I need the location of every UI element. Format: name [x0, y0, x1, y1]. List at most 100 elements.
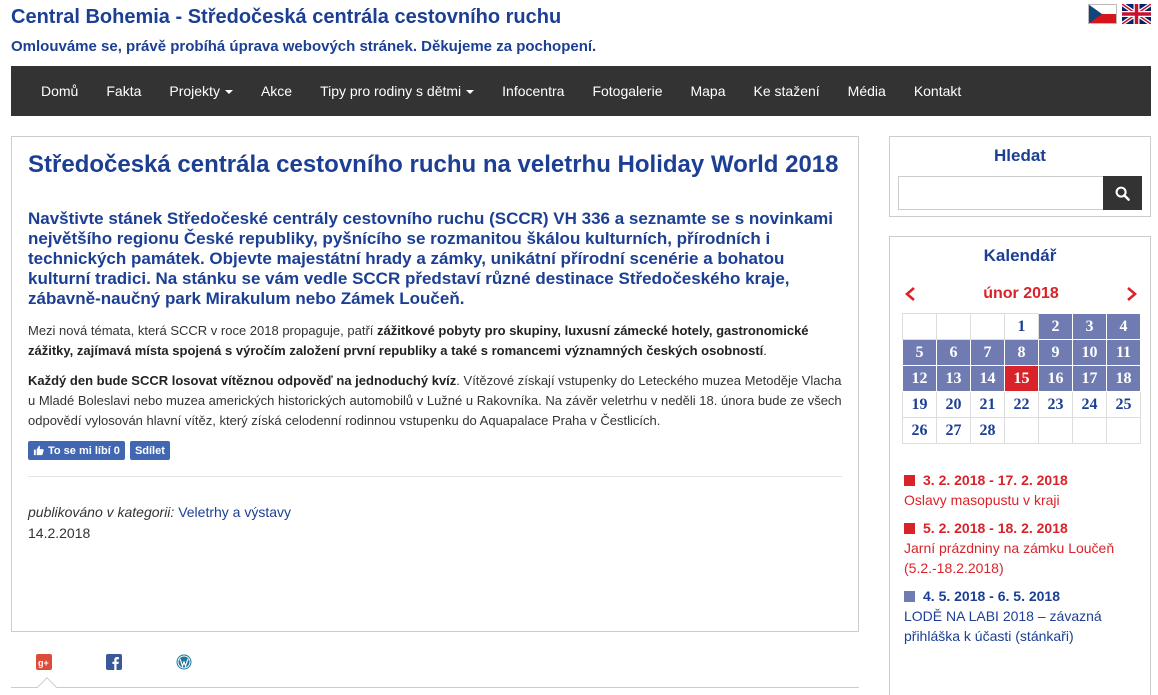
article-title[interactable]: Středočeská centrála cestovního ruchu na…	[28, 151, 842, 179]
nav-projects-label: Projekty	[169, 83, 220, 99]
nav-contact[interactable]: Kontakt	[900, 66, 975, 116]
nav-map-label: Mapa	[690, 83, 726, 99]
calendar-day-event[interactable]: 16	[1038, 365, 1073, 392]
event-date-text: 4. 5. 2018 - 6. 5. 2018	[923, 588, 1060, 604]
calendar-day-event[interactable]: 10	[1072, 339, 1107, 366]
site-notice: Omlouváme se, právě probíhá úprava webov…	[11, 38, 597, 55]
facebook-like-button[interactable]: To se mi líbí 0	[28, 441, 125, 460]
event-date: 3. 2. 2018 - 17. 2. 2018	[904, 470, 1144, 490]
nav-gallery[interactable]: Fotogalerie	[578, 66, 676, 116]
calendar-empty-cell	[1072, 417, 1107, 444]
nav-home-label: Domů	[41, 83, 79, 99]
chevron-right-icon[interactable]	[1124, 287, 1138, 301]
nav-events[interactable]: Akce	[247, 66, 306, 116]
event-date: 5. 2. 2018 - 18. 2. 2018	[904, 518, 1144, 538]
calendar-day: 19	[902, 391, 937, 418]
search-title: Hledat	[994, 146, 1046, 165]
czech-flag-icon[interactable]	[1088, 4, 1117, 24]
calendar-day-event[interactable]: 8	[1004, 339, 1039, 366]
site-title[interactable]: Central Bohemia - Středočeská centrála c…	[11, 6, 561, 29]
category-link[interactable]: Veletrhy a výstavy	[178, 504, 291, 520]
calendar-month: únor 2018	[983, 285, 1059, 302]
calendar-day-today[interactable]: 15	[1004, 365, 1039, 392]
event-link[interactable]: Oslavy masopustu v kraji	[904, 490, 1144, 510]
calendar-day-event[interactable]: 18	[1106, 365, 1141, 392]
event-date-text: 3. 2. 2018 - 17. 2. 2018	[923, 472, 1068, 488]
calendar-day-event[interactable]: 12	[902, 365, 937, 392]
calendar-day: 1	[1004, 313, 1039, 340]
calendar-day-event[interactable]: 11	[1106, 339, 1141, 366]
calendar-header: únor 2018	[904, 285, 1138, 303]
calendar-day-event[interactable]: 17	[1072, 365, 1107, 392]
nav-projects[interactable]: Projekty	[155, 66, 247, 116]
nav-downloads[interactable]: Ke stažení	[740, 66, 834, 116]
calendar-day: 24	[1072, 391, 1107, 418]
share-underline	[11, 687, 859, 688]
calendar-day: 25	[1106, 391, 1141, 418]
nav-info-centers-label: Infocentra	[502, 83, 565, 99]
nav-facts[interactable]: Fakta	[92, 66, 155, 116]
calendar-day: 21	[970, 391, 1005, 418]
divider	[28, 476, 842, 477]
search-button[interactable]	[1103, 176, 1142, 210]
calendar-day-event[interactable]: 5	[902, 339, 937, 366]
calendar-widget: Kalendář únor 2018 1 2 3 4 5 6 7 8 9 10 11 12 13 14 15…	[889, 236, 1151, 695]
nav-info-centers[interactable]: Infocentra	[488, 66, 578, 116]
calendar-grid: 1 2 3 4 5 6 7 8 9 10 11 12 13 14 15 16 17 18 19 20 21 22 23 24 2…	[902, 313, 1141, 444]
calendar-week: 19 20 21 22 23 24 25	[902, 391, 1141, 418]
share-icons: g+	[36, 654, 192, 670]
nav-gallery-label: Fotogalerie	[592, 83, 663, 99]
event-link[interactable]: Jarní prázdniny na zámku Loučeň (5.2.-18…	[904, 538, 1144, 578]
social-buttons: To se mi líbí 0 Sdílet	[28, 441, 842, 460]
share-label: Sdílet	[134, 444, 165, 457]
calendar-day: 22	[1004, 391, 1039, 418]
nav-map[interactable]: Mapa	[676, 66, 739, 116]
calendar-day: 20	[936, 391, 971, 418]
event-marker-icon	[904, 522, 915, 534]
google-plus-icon[interactable]: g+	[36, 654, 52, 670]
nav-downloads-label: Ke stažení	[753, 83, 820, 99]
event-date: 4. 5. 2018 - 6. 5. 2018	[904, 586, 1144, 606]
nav-events-label: Akce	[260, 83, 293, 99]
article-meta: publikováno v kategorii: Veletrhy a výst…	[28, 502, 842, 544]
calendar-day-event[interactable]: 9	[1038, 339, 1073, 366]
svg-text:g+: g+	[38, 658, 49, 668]
calendar-week: 1234	[902, 313, 1141, 340]
event-list: 3. 2. 2018 - 17. 2. 2018 Oslavy masopustu…	[904, 470, 1144, 654]
facebook-icon[interactable]	[106, 654, 122, 670]
nav-family-tips-label: Tipy pro rodiny s dětmi	[320, 83, 462, 99]
calendar-week: 12 13 14 15 16 17 18	[902, 365, 1141, 392]
event-link[interactable]: LODĚ NA LABI 2018 – závazná přihláška k …	[904, 606, 1144, 646]
nav-family-tips[interactable]: Tipy pro rodiny s dětmi	[306, 66, 488, 116]
chevron-left-icon[interactable]	[904, 287, 918, 301]
article: Středočeská centrála cestovního ruchu na…	[11, 136, 859, 632]
publish-date: 14.2.2018	[28, 525, 91, 541]
calendar-day-event[interactable]: 3	[1072, 313, 1107, 340]
calendar-day-event[interactable]: 7	[970, 339, 1005, 366]
event-marker-icon	[904, 474, 915, 486]
calendar-day: 26	[902, 417, 937, 444]
calendar-empty-cell	[936, 313, 971, 340]
paragraph-text: .	[763, 343, 767, 358]
event-marker-icon	[904, 590, 915, 602]
calendar-day-event[interactable]: 13	[936, 365, 971, 392]
calendar-day-event[interactable]: 6	[936, 339, 971, 366]
calendar-day-event[interactable]: 2	[1038, 313, 1073, 340]
wordpress-icon[interactable]	[176, 654, 192, 670]
caret-down-icon	[224, 90, 233, 94]
nav-media[interactable]: Média	[834, 66, 900, 116]
uk-flag-icon[interactable]	[1122, 4, 1151, 24]
calendar-day-event[interactable]: 4	[1106, 313, 1141, 340]
article-lead: Navštivte stánek Středočeské centrály ce…	[28, 209, 833, 308]
article-paragraph-1: Mezi nová témata, která SCCR v roce 2018…	[28, 321, 842, 361]
facebook-share-button[interactable]: Sdílet	[129, 441, 170, 460]
category-line: publikováno v kategorii: Veletrhy a výst…	[28, 502, 842, 523]
event-date-text: 5. 2. 2018 - 18. 2. 2018	[923, 520, 1068, 536]
calendar-day-event[interactable]: 14	[970, 365, 1005, 392]
event-item: 4. 5. 2018 - 6. 5. 2018 LODĚ NA LABI 2018…	[904, 586, 1144, 646]
event-item: 5. 2. 2018 - 18. 2. 2018 Jarní prázdniny …	[904, 518, 1144, 578]
nav-home[interactable]: Domů	[27, 66, 92, 116]
calendar-empty-cell	[902, 313, 937, 340]
search-input[interactable]	[898, 176, 1103, 210]
caret-down-icon	[466, 90, 475, 94]
